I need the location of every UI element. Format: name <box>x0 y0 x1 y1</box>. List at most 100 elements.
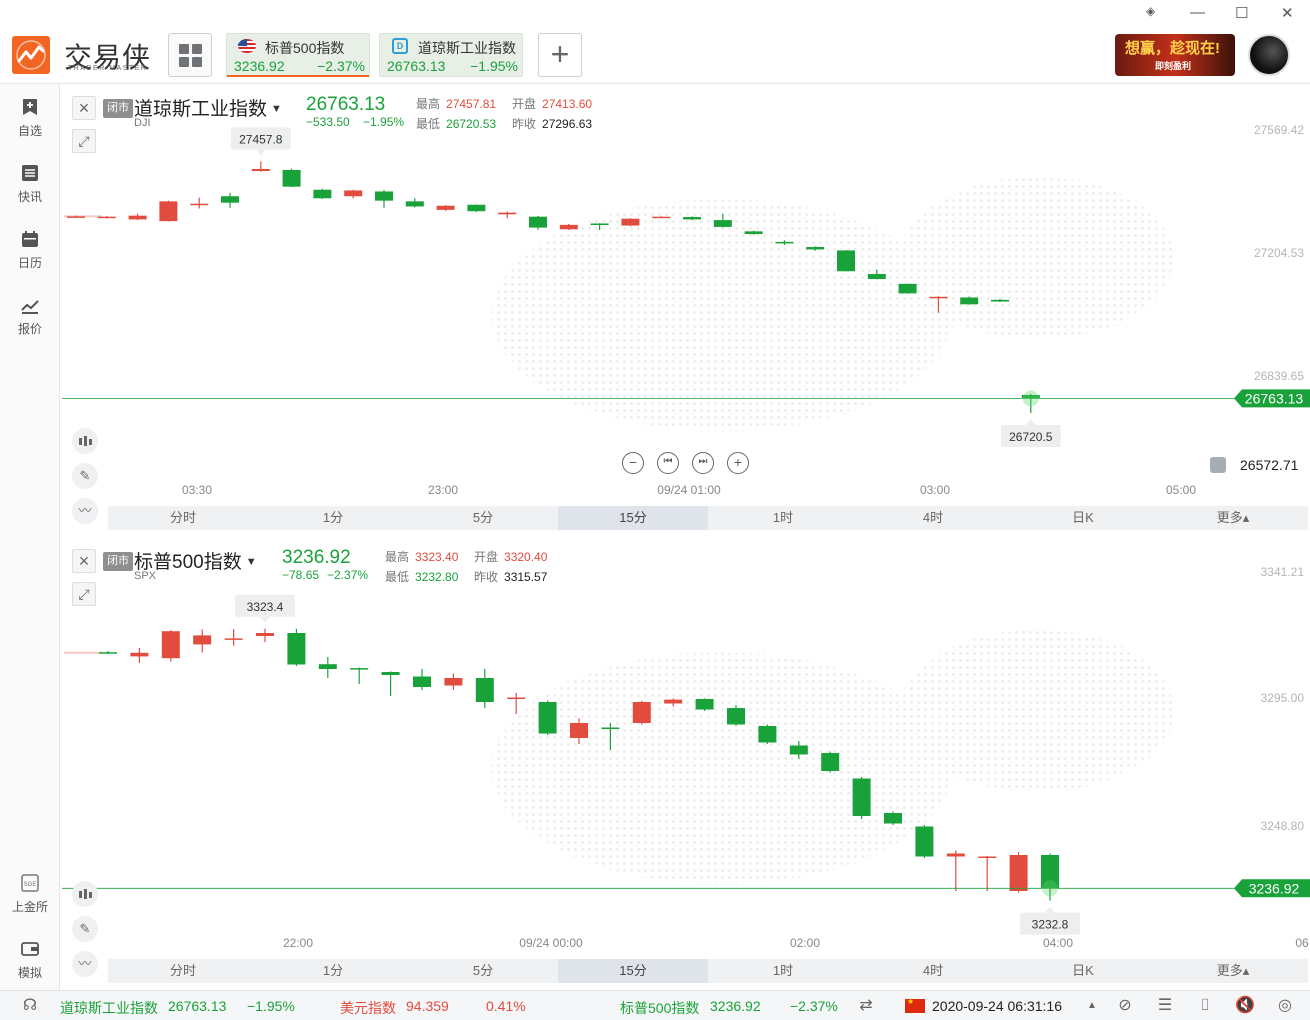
minimize-icon[interactable]: — <box>1190 4 1205 21</box>
step-back-button[interactable]: ⏮ <box>657 452 679 474</box>
last-price-label: 3236.92 <box>1249 880 1300 896</box>
candle-body <box>744 231 763 235</box>
period-tab[interactable]: 日K <box>1008 506 1158 530</box>
tab-name: 道琼斯工业指数 <box>418 40 516 56</box>
tab-spx[interactable]: 标普500指数 3236.92 −2.37% <box>226 33 370 77</box>
period-tab[interactable]: 1时 <box>708 959 858 983</box>
last-candle-glow <box>1042 880 1058 897</box>
x-tick-label: 03:00 <box>920 483 950 497</box>
tab-dji[interactable]: D 道琼斯工业指数 26763.13 −1.95% <box>379 33 523 77</box>
settings-icon[interactable]: ◎ <box>1275 996 1295 1016</box>
wallet-icon <box>21 942 39 956</box>
max-price-label: 3323.4 <box>247 600 284 614</box>
translate-icon[interactable]: ⇄ <box>856 996 876 1016</box>
sidebar-item-label: 模拟 <box>17 966 42 980</box>
period-tab[interactable]: 1分 <box>258 506 408 530</box>
camera-icon[interactable]: ⌷ <box>1195 996 1215 1016</box>
y-tick-label: 3248.80 <box>1261 819 1305 833</box>
bookmark-plus-icon <box>23 99 37 115</box>
candle-body <box>344 190 363 197</box>
ticker-name[interactable]: 标普500指数 <box>620 998 699 1018</box>
period-tab[interactable]: 15分 <box>558 506 708 530</box>
period-tab[interactable]: 1时 <box>708 506 858 530</box>
ticker-name[interactable]: 美元指数 <box>340 998 396 1018</box>
tab-change-pct: −2.37% <box>317 58 365 74</box>
x-tick-label: 02:00 <box>790 936 820 950</box>
stat-prev-close: 昨收 27296.63 <box>512 117 593 131</box>
expand-panel-button[interactable]: ⤢ <box>72 129 96 153</box>
draw-tool-button[interactable]: ✎ <box>72 916 98 942</box>
candlestick-chart-spx[interactable]: 3341.21 3295.00 3248.80 3236.92 3323.4 3232.8… <box>62 539 1310 959</box>
period-tab[interactable]: 15分 <box>558 959 708 983</box>
candle-body <box>713 220 732 227</box>
ticker-name[interactable]: 道琼斯工业指数 <box>60 998 158 1018</box>
menu-icon[interactable]: ☰ <box>1155 996 1175 1016</box>
period-tab[interactable]: 日K <box>1008 959 1158 983</box>
headset-icon[interactable]: ☊ <box>20 996 40 1016</box>
layout-grid-button[interactable] <box>168 33 212 77</box>
caret-up-icon[interactable]: ▲ <box>1082 996 1102 1016</box>
min-price-pointer <box>1025 419 1036 426</box>
candle-body <box>915 826 934 857</box>
chart-type-button[interactable] <box>72 881 98 907</box>
sidebar-item-quotes[interactable]: 报价 <box>0 296 60 352</box>
logo-icon <box>12 36 50 74</box>
user-avatar[interactable] <box>1248 34 1290 76</box>
max-price-pointer <box>260 616 270 623</box>
period-tab[interactable]: 1分 <box>258 959 408 983</box>
period-tab[interactable]: 4时 <box>858 506 1008 530</box>
sidebar-item-news[interactable]: 快讯 <box>0 164 60 220</box>
caret-down-icon: ▼ <box>245 556 257 568</box>
period-tab[interactable]: 5分 <box>408 506 558 530</box>
candle-body <box>128 215 147 220</box>
price-alert[interactable]: 26572.71 <box>1210 457 1298 473</box>
indicator-button[interactable]: 〰 <box>72 951 98 977</box>
candle-body <box>867 273 886 280</box>
mute-icon[interactable]: 🔇 <box>1235 996 1255 1016</box>
promo-banner[interactable]: 想赢，趁现在! 即刻盈利 <box>1115 34 1235 76</box>
close-window-icon[interactable]: ✕ <box>1281 4 1294 22</box>
zoom-out-button[interactable]: − <box>622 452 644 474</box>
app-logo-subtitle: TRADER MASTER <box>68 65 148 72</box>
period-tab[interactable]: 更多▴ <box>1158 506 1308 530</box>
chart-type-button[interactable] <box>72 428 98 454</box>
candle-body <box>159 201 178 222</box>
close-panel-button[interactable]: × <box>72 96 96 120</box>
candle-body <box>475 678 494 702</box>
candle-body <box>498 212 517 215</box>
maximize-icon[interactable]: ☐ <box>1235 4 1248 22</box>
period-tab[interactable]: 分时 <box>108 959 258 983</box>
sidebar-item-simulate[interactable]: 模拟 <box>0 940 60 996</box>
y-tick-label: 27569.42 <box>1254 123 1304 137</box>
sge-icon: SGE <box>21 874 39 892</box>
period-tab[interactable]: 4时 <box>858 959 1008 983</box>
expand-panel-button[interactable]: ⤢ <box>72 582 96 606</box>
step-forward-button[interactable]: ⏭ <box>692 452 714 474</box>
candle-body <box>758 726 777 743</box>
no-signal-icon[interactable]: ⊘ <box>1115 996 1135 1016</box>
close-panel-button[interactable]: × <box>72 549 96 573</box>
candle-body <box>444 678 463 686</box>
period-tab[interactable]: 更多▴ <box>1158 959 1308 983</box>
svg-text:SGE: SGE <box>24 882 37 888</box>
candle-body <box>99 652 117 654</box>
candle-body <box>570 723 588 738</box>
add-tab-button[interactable]: + <box>538 33 582 77</box>
zoom-in-button[interactable]: + <box>727 452 749 474</box>
candle-body <box>806 247 825 250</box>
sidebar-item-calendar[interactable]: 日历 <box>0 230 60 286</box>
sidebar-item-sge[interactable]: SGE 上金所 <box>0 874 60 930</box>
indicator-button[interactable]: 〰 <box>72 498 98 524</box>
candle-body <box>991 299 1009 302</box>
period-tab[interactable]: 5分 <box>408 959 558 983</box>
period-tab[interactable]: 分时 <box>108 506 258 530</box>
stat-open: 开盘 27413.60 <box>512 97 593 111</box>
candle-body <box>282 169 301 187</box>
chart-panel-dji: 27569.42 27204.53 26839.65 26763.13 27457.8 2… <box>62 86 1310 536</box>
candlestick-chart-dji[interactable]: 27569.42 27204.53 26839.65 26763.13 27457.8 2… <box>62 86 1310 506</box>
symbol-name[interactable]: 道琼斯工业指数 ▼ <box>134 94 282 121</box>
sidebar-item-watchlist[interactable]: 自选 <box>0 98 60 154</box>
draw-tool-button[interactable]: ✎ <box>72 463 98 489</box>
x-tick-label: 23:00 <box>428 483 458 497</box>
layers-icon[interactable]: ◈ <box>1146 4 1155 18</box>
